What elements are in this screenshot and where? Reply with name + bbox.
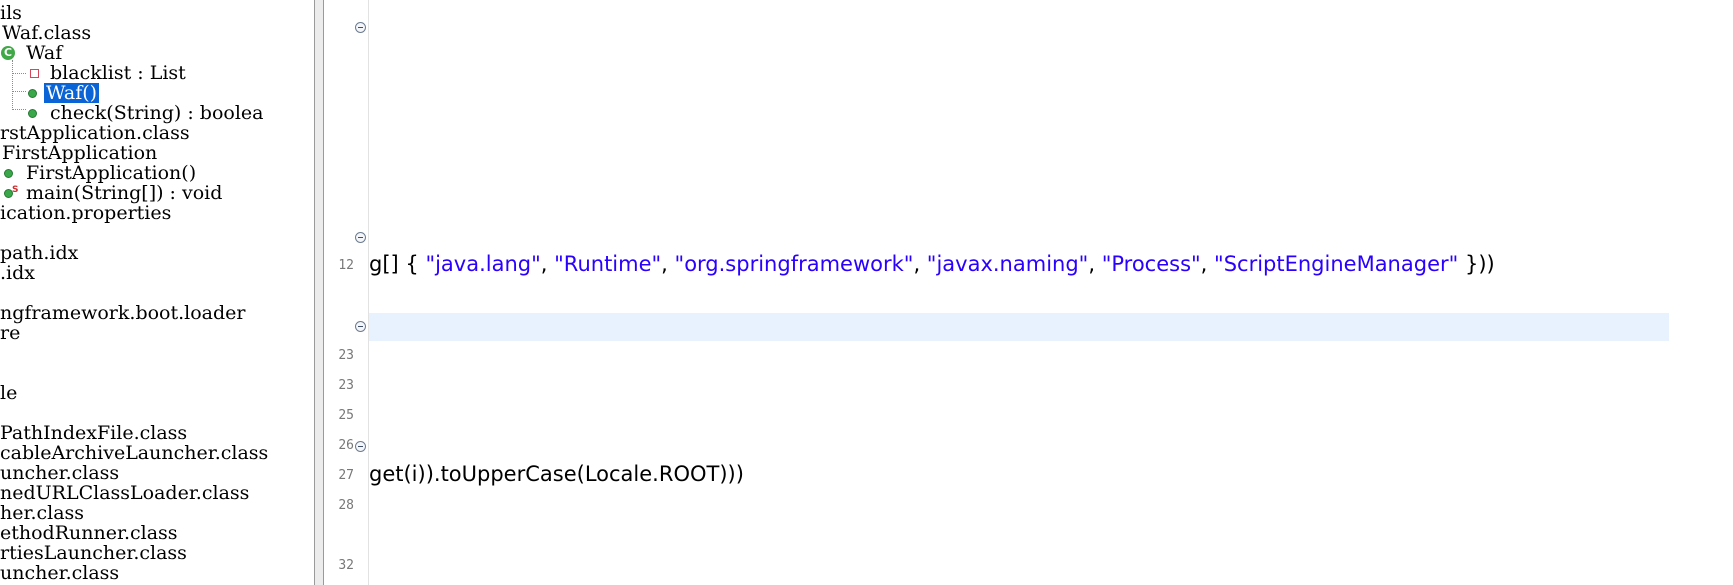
code-editor[interactable]: 12 23 23 25 26 27 28 32 g[] { "java.lang… xyxy=(324,0,1733,585)
tree-item[interactable]: rtiesLauncher.class xyxy=(0,543,187,563)
tree-item-label: her.class xyxy=(0,502,85,524)
tree-item[interactable]: path.idx xyxy=(0,243,78,263)
field-icon xyxy=(30,69,39,78)
tree-item-label: rstApplication.class xyxy=(0,122,190,144)
tree-item[interactable]: ethodRunner.class xyxy=(0,523,178,543)
tree-item-label: Waf.class xyxy=(2,22,92,44)
tree-item-label: nedURLClassLoader.class xyxy=(0,482,250,504)
line-number: 23 xyxy=(338,378,354,393)
tree-connector xyxy=(12,91,26,92)
tree-item[interactable]: .idx xyxy=(0,263,35,283)
fold-collapse-icon[interactable] xyxy=(355,321,366,332)
editor-right-margin xyxy=(1721,0,1733,585)
line-number: 25 xyxy=(338,408,354,423)
code-token: })) xyxy=(1458,252,1495,276)
line-number: 27 xyxy=(338,468,354,483)
static-marker-icon: S xyxy=(12,185,19,195)
tree-item-label: ngframework.boot.loader xyxy=(0,302,246,324)
panel-splitter[interactable] xyxy=(314,0,324,585)
tree-item-label: le xyxy=(0,382,18,404)
string-literal: "java.lang" xyxy=(425,252,541,276)
tree-item-label: ethodRunner.class xyxy=(0,522,178,544)
string-literal: "Runtime" xyxy=(554,252,662,276)
code-token: , xyxy=(913,252,927,276)
tree-item-label: ils xyxy=(0,2,22,24)
tree-item[interactable]: PathIndexFile.class xyxy=(0,423,187,443)
line-number: 23 xyxy=(338,348,354,363)
tree-item[interactable]: FirstApplication xyxy=(2,143,157,163)
class-icon: C xyxy=(1,46,15,60)
fold-collapse-icon[interactable] xyxy=(355,441,366,452)
string-literal: "org.springframework" xyxy=(674,252,914,276)
tree-connector xyxy=(12,109,26,110)
tree-item[interactable]: nedURLClassLoader.class xyxy=(0,483,249,503)
code-token: , xyxy=(1088,252,1102,276)
tree-item[interactable]: rstApplication.class xyxy=(0,123,190,143)
string-literal: "ScriptEngineManager" xyxy=(1214,252,1459,276)
ide-window: ils Waf.class C Waf blacklist : List Waf… xyxy=(0,0,1733,585)
tree-item-firstapplication-constructor[interactable]: FirstApplication() xyxy=(4,162,197,184)
tree-item-label-selected: Waf() xyxy=(44,82,100,104)
tree-item-label: ication.properties xyxy=(0,202,172,224)
tree-item-label: path.idx xyxy=(0,242,79,264)
code-token: , xyxy=(661,252,675,276)
tree-item[interactable]: her.class xyxy=(0,503,84,523)
tree-item-label: uncher.class xyxy=(0,562,120,584)
tree-item[interactable]: uncher.class xyxy=(0,563,119,583)
tree-item[interactable]: le xyxy=(0,383,17,403)
tree-item-check-method[interactable]: check(String) : boolea xyxy=(28,102,264,124)
tree-item-blacklist-field[interactable]: blacklist : List xyxy=(30,62,186,84)
tree-connector xyxy=(12,73,26,74)
package-explorer-tree[interactable]: ils Waf.class C Waf blacklist : List Waf… xyxy=(0,0,314,585)
line-number: 12 xyxy=(338,258,354,273)
string-literal: "Process" xyxy=(1101,252,1201,276)
tree-item[interactable]: ils xyxy=(0,3,22,23)
tree-item-waf-constructor[interactable]: Waf() xyxy=(28,82,100,104)
tree-item-label: FirstApplication() xyxy=(26,162,197,184)
tree-item-label: Waf xyxy=(26,42,63,64)
string-literal: "javax.naming" xyxy=(926,252,1089,276)
code-line-27[interactable]: get(i)).toUpperCase(Locale.ROOT))) xyxy=(369,461,744,487)
tree-item[interactable]: ication.properties xyxy=(0,203,171,223)
fold-collapse-icon[interactable] xyxy=(355,22,366,33)
line-number-ruler: 12 23 23 25 26 27 28 32 xyxy=(324,0,369,585)
tree-item-main-method[interactable]: S main(String[]) : void xyxy=(4,182,223,204)
method-icon xyxy=(4,169,13,178)
code-token: , xyxy=(1200,252,1215,276)
line-number: 28 xyxy=(338,498,354,513)
code-line-12[interactable]: g[] { "java.lang", "Runtime", "org.sprin… xyxy=(369,251,1495,277)
tree-item-label: rtiesLauncher.class xyxy=(0,542,187,564)
current-line-highlight xyxy=(369,313,1669,341)
tree-item[interactable]: Waf.class xyxy=(2,23,91,43)
tree-item[interactable]: re xyxy=(0,323,20,343)
fold-collapse-icon[interactable] xyxy=(355,232,366,243)
tree-item-label: uncher.class xyxy=(0,462,120,484)
tree-item-label: re xyxy=(0,322,21,344)
line-number: 32 xyxy=(338,558,354,573)
method-icon xyxy=(28,89,37,98)
tree-item-label: PathIndexFile.class xyxy=(0,422,188,444)
tree-item-label: check(String) : boolea xyxy=(50,102,264,124)
method-icon xyxy=(28,109,37,118)
tree-item-label: blacklist : List xyxy=(50,62,186,84)
line-number: 26 xyxy=(338,438,354,453)
tree-item[interactable]: ngframework.boot.loader xyxy=(0,303,246,323)
tree-item-waf-class[interactable]: C Waf xyxy=(1,42,63,64)
tree-item-label: main(String[]) : void xyxy=(26,182,223,204)
tree-item[interactable]: cableArchiveLauncher.class xyxy=(0,443,268,463)
code-token: , xyxy=(540,252,555,276)
tree-item-label: FirstApplication xyxy=(2,142,158,164)
code-token: g[] { xyxy=(369,252,426,276)
tree-item[interactable]: uncher.class xyxy=(0,463,119,483)
tree-item-label: cableArchiveLauncher.class xyxy=(0,442,269,464)
tree-connector xyxy=(12,60,13,110)
tree-item-label: .idx xyxy=(0,262,35,284)
